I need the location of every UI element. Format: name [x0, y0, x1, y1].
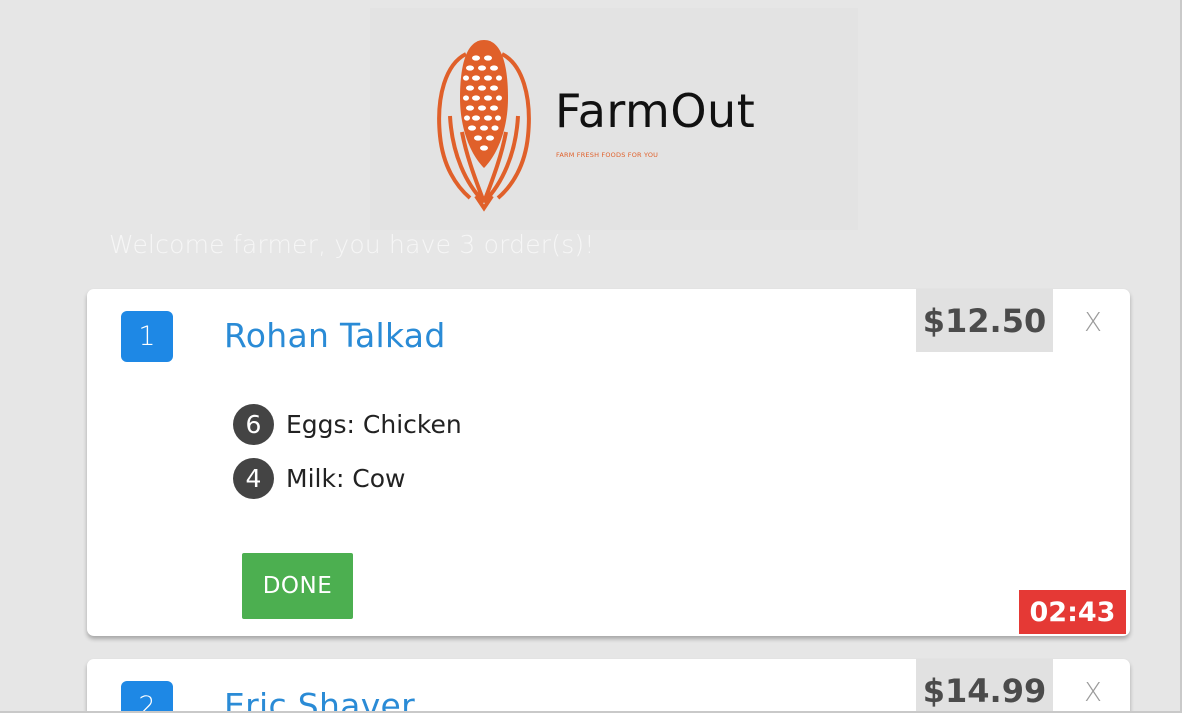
order-number-badge: 1 — [121, 311, 173, 362]
quantity-badge: 4 — [233, 458, 274, 499]
close-order-button[interactable]: X — [1081, 677, 1105, 709]
order-timer: 02:43 — [1019, 590, 1126, 634]
order-card: 1 Rohan Talkad $12.50 X 6 Eggs: Chicken … — [87, 289, 1130, 636]
welcome-message: Welcome farmer, you have 3 order(s)! — [109, 230, 595, 259]
page: FarmOut FARM FRESH FOODS FOR YOU Welcome… — [0, 0, 1182, 713]
customer-name: Rohan Talkad — [224, 316, 446, 355]
corn-icon — [437, 40, 531, 212]
order-item: 6 Eggs: Chicken — [233, 404, 462, 445]
item-label: Milk: Cow — [286, 464, 406, 493]
close-order-button[interactable]: X — [1081, 307, 1105, 339]
logo-panel: FarmOut FARM FRESH FOODS FOR YOU — [370, 8, 858, 230]
customer-name: Eric Shaver — [224, 686, 416, 713]
item-label: Eggs: Chicken — [286, 410, 462, 439]
brand-name: FarmOut — [555, 84, 756, 138]
quantity-badge: 6 — [233, 404, 274, 445]
order-number-badge: 2 — [121, 681, 173, 713]
done-button[interactable]: DONE — [242, 553, 353, 619]
order-card: 2 Eric Shaver $14.99 X — [87, 659, 1130, 713]
order-price: $14.99 — [916, 659, 1053, 713]
brand-tagline: FARM FRESH FOODS FOR YOU — [556, 151, 659, 159]
order-item: 4 Milk: Cow — [233, 458, 406, 499]
order-price: $12.50 — [916, 289, 1053, 352]
